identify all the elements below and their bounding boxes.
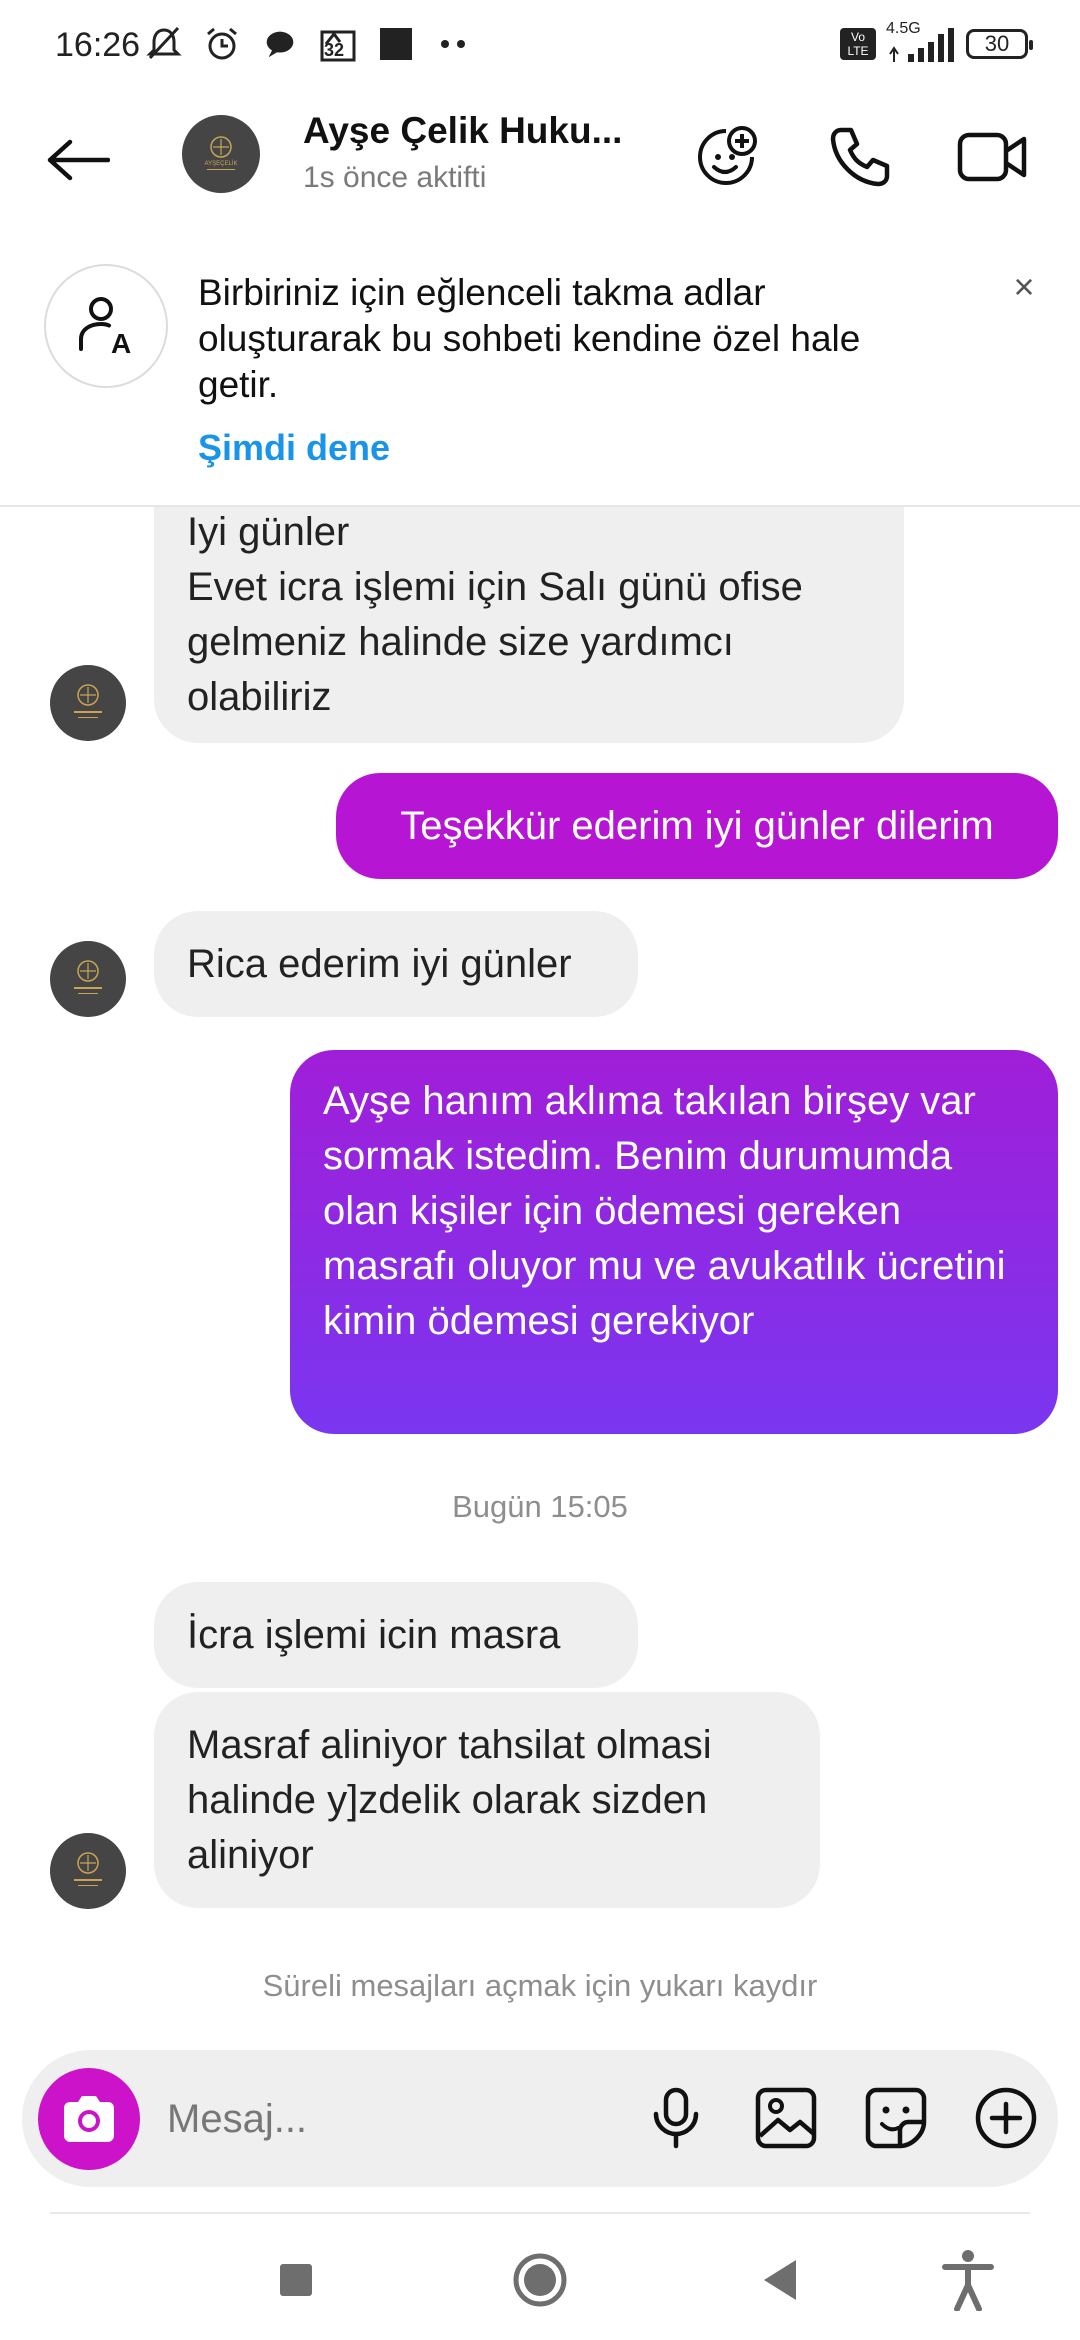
recent-apps-button[interactable] [261,2245,331,2315]
contact-name[interactable]: Ayşe Çelik Huku... [303,110,622,152]
effects-button[interactable] [686,117,766,197]
voice-call-button[interactable] [820,117,900,197]
contact-status: 1s önce aktifti [303,161,487,194]
volte-icon: Vo LTE [840,28,876,60]
status-time: 16:26 [55,26,141,64]
chat-bubble-icon [258,22,302,66]
nickname-banner: A Birbiriniz için eğlenceli takma adlar … [0,230,1080,507]
gallery-button[interactable] [748,2080,824,2156]
message-list[interactable]: Iyi günler Evet icra işlemi için Salı gü… [0,505,1080,2040]
silent-icon [142,22,186,66]
try-now-link[interactable]: Şimdi dene [198,427,390,469]
message-text: Teşekkür ederim iyi günler dilerim [400,804,994,848]
message-incoming[interactable]: Iyi günler Evet icra işlemi için Salı gü… [154,505,904,743]
message-incoming[interactable]: İcra işlemi icin masra [154,1582,638,1688]
message-incoming[interactable]: Rica ederim iyi günler [154,911,638,1017]
sticker-icon [865,2087,927,2149]
alarm-icon [200,22,244,66]
phone-icon [830,127,890,187]
face-effects-icon [698,126,757,185]
close-icon: × [1013,266,1035,307]
close-banner-button[interactable]: × [1004,266,1044,307]
message-outgoing[interactable]: Ayşe hanım aklıma takılan birşey var sor… [290,1050,1058,1434]
message-incoming[interactable]: Masraf aliniyor tahsilat olmasi halinde … [154,1692,820,1908]
accessibility-button[interactable] [933,2245,1003,2315]
status-icons-right: Vo LTE 4.5G 30 [840,20,1033,64]
accessibility-icon [942,2250,994,2311]
divider [50,2212,1030,2214]
contact-avatar[interactable]: AYŞEÇELİK [182,115,260,193]
contact-avatar-small[interactable] [50,941,126,1017]
system-navigation-bar [0,2215,1080,2340]
microphone-icon [653,2087,699,2149]
message-composer [22,2050,1058,2187]
square-icon [374,22,418,66]
chat-header: AYŞEÇELİK Ayşe Çelik Huku... 1s önce akt… [0,95,1080,232]
contact-avatar-small[interactable] [50,665,126,741]
more-options-button[interactable] [968,2080,1044,2156]
camera-icon [64,2096,114,2142]
home-button[interactable] [505,2245,575,2315]
signal-icon: 4.5G [886,20,956,64]
avatar-logo-text: AYŞEÇELİK [205,160,238,167]
home-circle-icon [513,2253,567,2307]
message-text: Rica ederim iyi günler [187,942,572,986]
message-outgoing[interactable]: Teşekkür ederim iyi günler dilerim [336,773,1058,879]
nickname-icon: A [44,264,168,388]
gallery-badge-icon: 32 [316,22,360,66]
gallery-badge-count: 32 [324,40,345,60]
message-text: İcra işlemi icin masra [187,1613,561,1657]
status-bar: 16:26 32 Vo LTE 4.5G 30 [0,0,1080,95]
battery-level: 30 [984,31,1010,56]
svg-text:A: A [111,328,131,359]
square-nav-icon [280,2264,312,2296]
image-icon [755,2087,817,2149]
back-nav-button[interactable] [745,2245,815,2315]
message-text: Masraf aliniyor tahsilat olmasi halinde … [187,1723,712,1877]
video-camera-icon [957,132,1027,182]
camera-button[interactable] [38,2068,140,2170]
voice-message-button[interactable] [638,2080,714,2156]
banner-text: Birbiriniz için eğlenceli takma adlar ol… [198,272,861,405]
triangle-back-icon [764,2260,796,2300]
message-text: Iyi günler Evet icra işlemi için Salı gü… [187,510,803,719]
battery-icon: 30 [966,29,1033,59]
more-dots-icon [432,22,476,66]
status-icons-left: 32 [142,22,476,66]
sticker-button[interactable] [858,2080,934,2156]
plus-circle-icon [975,2087,1037,2149]
back-button[interactable] [38,125,118,195]
timestamp: Bugün 15:05 [452,1489,628,1524]
contact-avatar-small[interactable] [50,1833,126,1909]
arrow-left-icon [47,139,110,181]
vanish-mode-hint: Süreli mesajları açmak için yukarı kaydı… [262,1968,818,2003]
message-input[interactable] [165,2086,599,2152]
message-text: Ayşe hanım aklıma takılan birşey var sor… [323,1079,1006,1343]
video-call-button[interactable] [952,117,1032,197]
